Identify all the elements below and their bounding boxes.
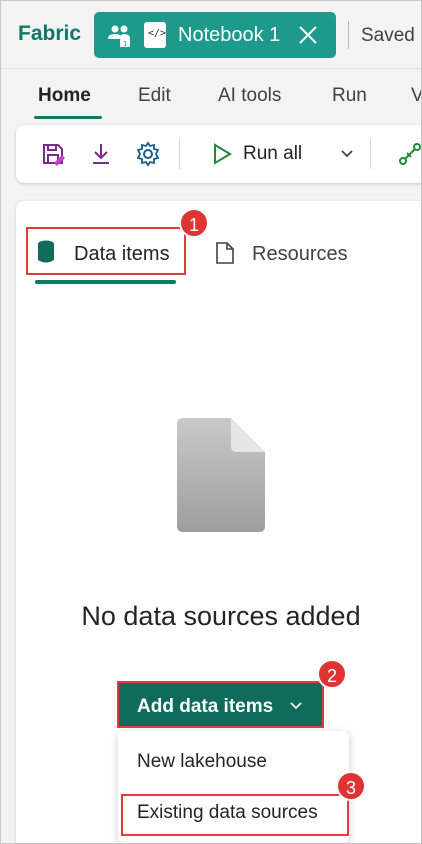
toolbar: Run all (16, 125, 422, 183)
menu-item-new-lakehouse[interactable]: New lakehouse (137, 751, 267, 773)
svg-text:1: 1 (123, 40, 127, 48)
ribbon-tabs: Home Edit AI tools Run V (1, 69, 421, 121)
tab-ai-tools[interactable]: AI tools (218, 85, 281, 107)
notebook-title: Notebook 1 (178, 24, 281, 46)
play-icon[interactable] (209, 141, 235, 167)
brand-name[interactable]: Fabric (18, 22, 81, 46)
chevron-down-icon (290, 702, 302, 710)
toolbar-separator (179, 139, 180, 169)
active-tab-indicator (34, 116, 102, 119)
settings-icon[interactable] (135, 141, 161, 167)
save-status: Saved (361, 25, 415, 46)
empty-state-title: No data sources added (81, 601, 361, 631)
notebook-icon: </> (144, 22, 166, 48)
title-bar: Fabric 1 </> Notebook 1 Saved (1, 1, 421, 69)
download-icon[interactable] (88, 141, 114, 167)
connect-icon[interactable] (397, 141, 422, 167)
title-divider (348, 21, 349, 49)
workspace-people-icon: 1 (108, 25, 130, 48)
app-window: Fabric 1 </> Notebook 1 Saved Home Edit (0, 0, 422, 844)
existing-data-sources-highlight (121, 794, 349, 836)
tab-run[interactable]: Run (332, 85, 367, 107)
callout-badge-3: 3 (336, 771, 366, 801)
run-all-button[interactable]: Run all (243, 143, 302, 165)
active-panel-tab-indicator (35, 280, 176, 284)
empty-file-icon (177, 418, 265, 532)
tab-view[interactable]: V (411, 85, 421, 107)
toolbar-separator (370, 139, 371, 169)
callout-badge-1: 1 (179, 208, 209, 238)
close-icon[interactable] (296, 23, 320, 47)
notebook-tab[interactable]: 1 </> Notebook 1 (94, 12, 336, 58)
data-items-highlight (26, 227, 186, 275)
save-icon[interactable] (40, 141, 66, 167)
tab-edit[interactable]: Edit (138, 85, 171, 107)
tab-home[interactable]: Home (38, 85, 91, 107)
callout-badge-2: 2 (317, 659, 347, 689)
add-data-items-button[interactable]: Add data items (117, 681, 324, 728)
tab-resources[interactable]: Resources (252, 243, 348, 266)
document-icon (216, 242, 234, 264)
chevron-down-icon[interactable] (337, 143, 357, 163)
